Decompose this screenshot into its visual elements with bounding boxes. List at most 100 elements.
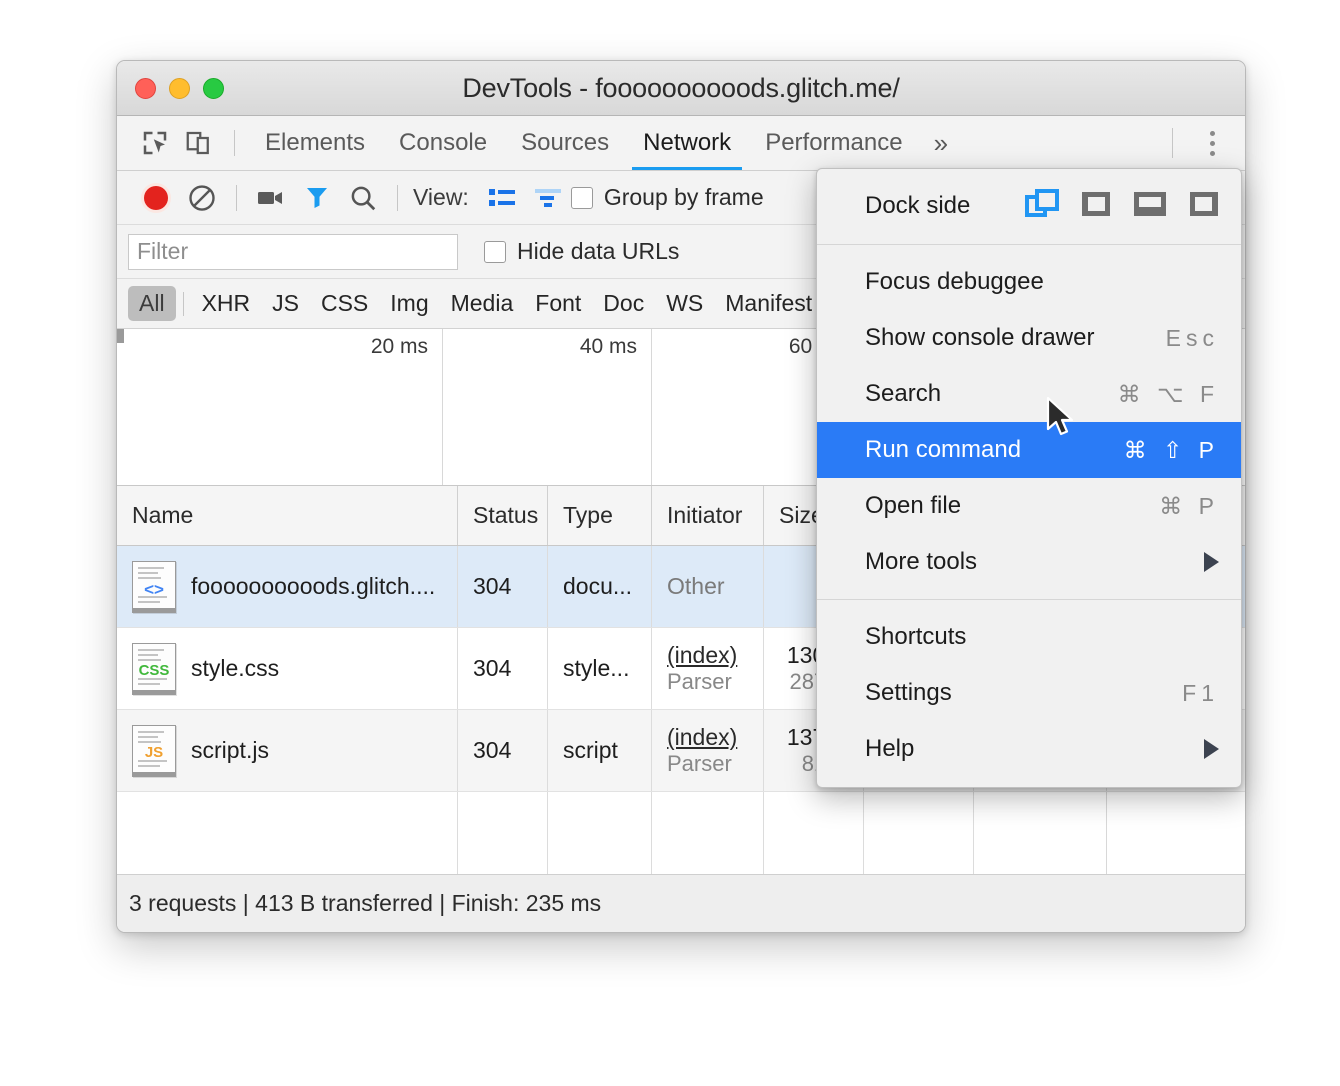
menu-separator (817, 599, 1241, 600)
inspect-element-icon[interactable] (133, 121, 177, 165)
menu-separator (817, 244, 1241, 245)
column-header-initiator[interactable]: Initiator (652, 486, 764, 545)
menu-item-shortcut: ⌘ ⌥ F (1118, 381, 1219, 408)
window-titlebar: DevTools - foooooooooods.glitch.me/ (117, 61, 1245, 116)
menu-item-label: Settings (865, 679, 952, 707)
menu-item-shortcut: Esc (1166, 325, 1219, 352)
menu-item-label: More tools (865, 548, 977, 576)
waterfall-view-icon[interactable] (525, 175, 571, 221)
dock-side-label: Dock side (865, 192, 970, 220)
tab-network[interactable]: Network (626, 116, 748, 170)
menu-item-help[interactable]: Help (817, 721, 1241, 777)
menu-item-more-tools[interactable]: More tools (817, 534, 1241, 590)
cell-status: 304 (458, 546, 548, 627)
group-by-frame-checkbox[interactable] (571, 187, 593, 209)
dock-side-row: Dock side (817, 177, 1241, 235)
zoom-button[interactable] (203, 78, 224, 99)
type-filter-manifest[interactable]: Manifest (714, 286, 823, 321)
tab-label: Elements (265, 129, 365, 157)
cell-type: style... (548, 628, 652, 709)
record-button-icon[interactable] (133, 175, 179, 221)
request-name: foooooooooods.glitch.... (191, 573, 435, 600)
group-by-frame-label: Group by frame (604, 184, 764, 211)
menu-item-focus-debuggee[interactable]: Focus debuggee (817, 254, 1241, 310)
type-filter-media[interactable]: Media (440, 286, 525, 321)
menu-item-show-console-drawer[interactable]: Show console drawer Esc (817, 310, 1241, 366)
type-filter-doc[interactable]: Doc (592, 286, 655, 321)
type-filter-img[interactable]: Img (379, 286, 439, 321)
menu-item-run-command[interactable]: Run command ⌘ ⇧ P (817, 422, 1241, 478)
initiator-type: Parser (667, 751, 732, 777)
search-icon[interactable] (340, 175, 386, 221)
type-filter-xhr[interactable]: XHR (191, 286, 262, 321)
tab-label: Performance (765, 129, 902, 157)
type-filter-font[interactable]: Font (524, 286, 592, 321)
overview-gridline (651, 329, 652, 485)
submenu-arrow-icon (1204, 552, 1219, 572)
overview-scrollbar[interactable] (117, 329, 124, 343)
column-header-status[interactable]: Status (458, 486, 548, 545)
device-toolbar-icon[interactable] (177, 121, 221, 165)
cell-type: script (548, 710, 652, 791)
tab-sources[interactable]: Sources (504, 116, 626, 170)
toolbar-divider (236, 185, 237, 211)
dock-side-options (1025, 189, 1219, 224)
cell-status: 304 (458, 628, 548, 709)
cell-type: docu... (548, 546, 652, 627)
hide-data-urls-checkbox[interactable] (484, 241, 506, 263)
window-controls (117, 78, 224, 99)
tab-label: Sources (521, 129, 609, 157)
column-header-type[interactable]: Type (548, 486, 652, 545)
menu-item-shortcuts[interactable]: Shortcuts (817, 609, 1241, 665)
css-file-icon: CSS (132, 643, 176, 695)
dock-to-bottom-icon[interactable] (1133, 189, 1167, 224)
dock-to-left-icon[interactable] (1081, 189, 1111, 224)
mouse-cursor (1046, 396, 1080, 445)
type-filter-all[interactable]: All (128, 286, 176, 321)
dock-to-right-icon[interactable] (1189, 189, 1219, 224)
type-filter-ws[interactable]: WS (655, 286, 714, 321)
undock-into-separate-window-icon[interactable] (1025, 189, 1059, 224)
menu-item-search[interactable]: Search ⌘ ⌥ F (817, 366, 1241, 422)
initiator-link[interactable]: (index) (667, 642, 737, 669)
minimize-button[interactable] (169, 78, 190, 99)
toolbar-divider (234, 130, 235, 156)
close-button[interactable] (135, 78, 156, 99)
panel-tabs: Elements Console Sources Network Perform… (248, 116, 962, 170)
tab-console[interactable]: Console (382, 116, 504, 170)
tab-performance[interactable]: Performance (748, 116, 919, 170)
column-header-name[interactable]: Name (117, 486, 458, 545)
cell-initiator[interactable]: Other (652, 546, 764, 627)
filter-icon[interactable] (294, 175, 340, 221)
more-options-icon[interactable] (1191, 122, 1233, 164)
tab-elements[interactable]: Elements (248, 116, 382, 170)
type-filter-css[interactable]: CSS (310, 286, 379, 321)
overview-gridline (442, 329, 443, 485)
tabbar-right-group (1172, 116, 1245, 170)
overview-tick-label: 40 ms (580, 335, 644, 359)
cell-name[interactable]: <> foooooooooods.glitch.... (117, 546, 458, 627)
menu-item-label: Show console drawer (865, 324, 1094, 352)
menu-item-settings[interactable]: Settings F1 (817, 665, 1241, 721)
request-name: style.css (191, 655, 279, 682)
type-filter-js[interactable]: JS (261, 286, 310, 321)
tab-label: Console (399, 129, 487, 157)
initiator-type: Parser (667, 669, 732, 695)
cell-initiator[interactable]: (index) Parser (652, 710, 764, 791)
main-options-menu: Dock side (816, 168, 1242, 788)
document-file-icon: <> (132, 561, 176, 613)
hide-data-urls-label: Hide data URLs (517, 238, 679, 265)
cell-name[interactable]: JS script.js (117, 710, 458, 791)
filter-input[interactable] (128, 234, 458, 270)
submenu-arrow-icon (1204, 739, 1219, 759)
more-tabs-icon[interactable]: » (920, 116, 962, 170)
cell-name[interactable]: CSS style.css (117, 628, 458, 709)
toolbar-divider (397, 185, 398, 211)
cell-initiator[interactable]: (index) Parser (652, 628, 764, 709)
menu-item-open-file[interactable]: Open file ⌘ P (817, 478, 1241, 534)
list-view-icon[interactable] (479, 175, 525, 221)
menu-item-label: Search (865, 380, 941, 408)
initiator-link[interactable]: (index) (667, 724, 737, 751)
clear-icon[interactable] (179, 175, 225, 221)
capture-screenshots-icon[interactable] (248, 175, 294, 221)
